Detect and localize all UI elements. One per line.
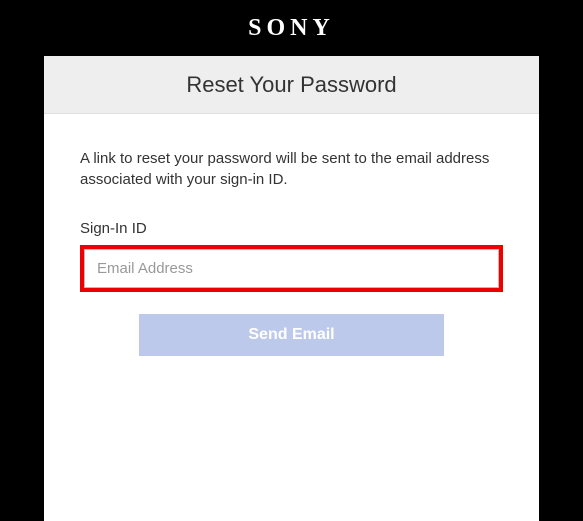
description-text: A link to reset your password will be se… xyxy=(80,148,503,190)
email-field[interactable] xyxy=(84,249,499,288)
title-bar: Reset Your Password xyxy=(44,56,539,114)
email-input-highlight xyxy=(80,245,503,292)
page-title: Reset Your Password xyxy=(186,72,396,98)
button-wrapper: Send Email xyxy=(80,314,503,356)
sony-logo: SONY xyxy=(248,15,335,42)
password-reset-panel: SONY Reset Your Password A link to reset… xyxy=(44,0,539,521)
send-email-button[interactable]: Send Email xyxy=(139,314,444,356)
signin-id-label: Sign-In ID xyxy=(80,220,503,237)
header: SONY xyxy=(44,0,539,56)
content-area: A link to reset your password will be se… xyxy=(44,114,539,390)
